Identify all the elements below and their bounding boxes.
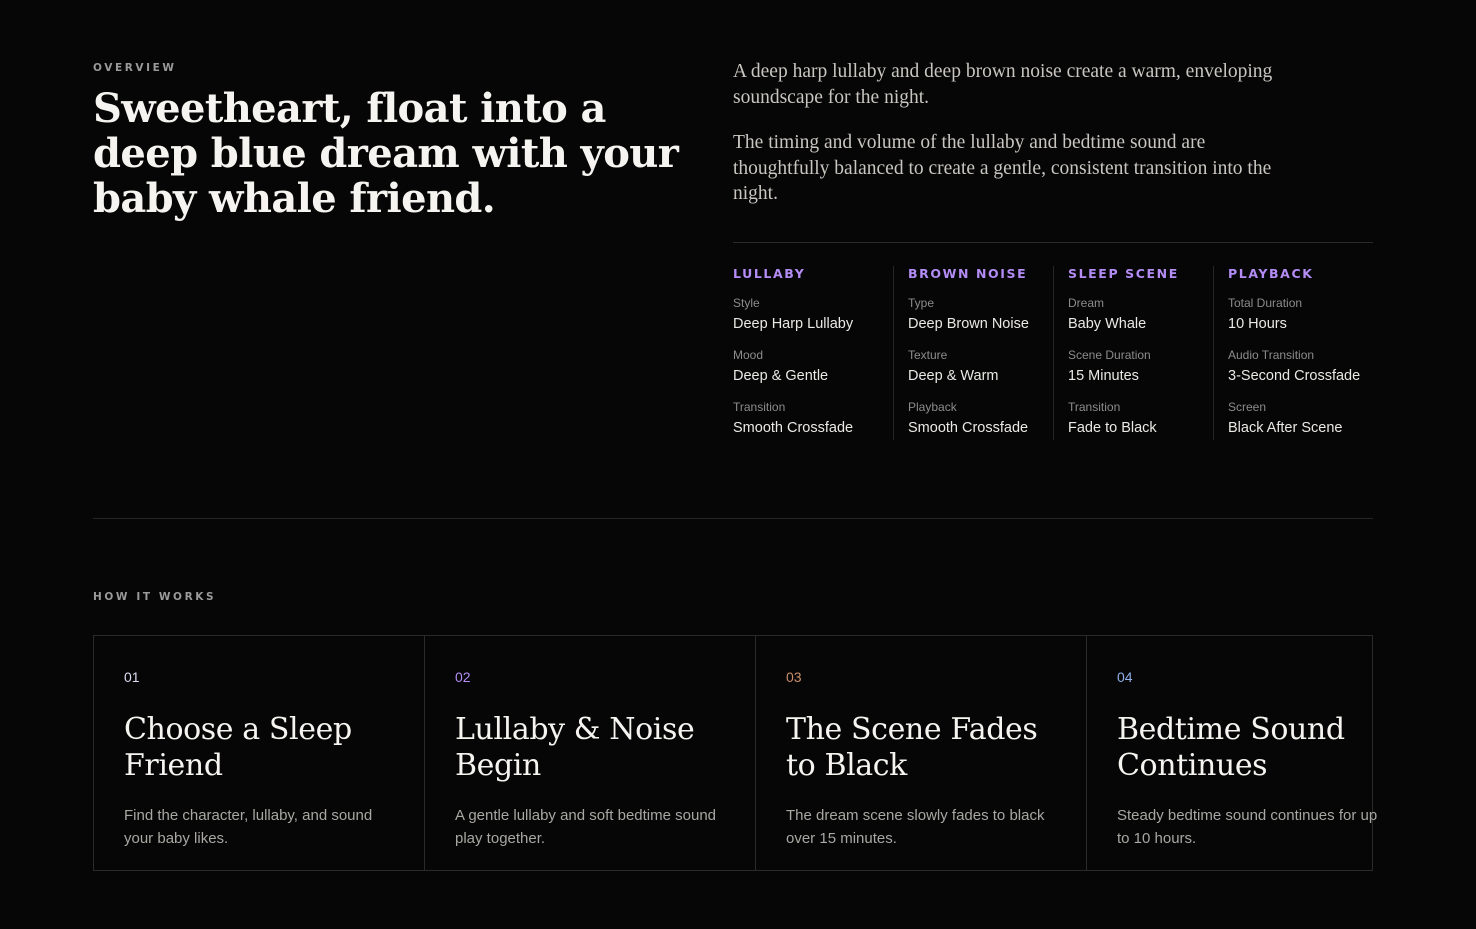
intro-paragraph: The timing and volume of the lullaby and… [733,132,1272,204]
spec-key: Scene Duration [1068,348,1151,362]
spec-key: Dream [1068,296,1105,310]
page: OVERVIEW Sweetheart, float into a deep b… [0,0,1476,929]
spec-item: Audio Transition 3-Second Crossfade [1228,347,1373,387]
step-title: Choose a Sleep Friend [124,712,352,783]
spec-item: Transition Smooth Crossfade [733,399,893,439]
step-description: Find the character, lullaby, and sound y… [124,807,373,847]
step-description: A gentle lullaby and soft bedtime sound … [455,807,717,847]
spec-item: Transition Fade to Black [1068,399,1213,439]
spec-value: Baby Whale [1068,316,1147,332]
step-number: 02 [455,669,471,685]
spec-item: Screen Black After Scene [1228,399,1373,439]
step-card: 03 The Scene Fades to Black The dream sc… [755,636,1086,870]
spec-value: Black After Scene [1228,420,1343,436]
spec-key: Type [908,296,935,310]
spec-item: Type Deep Brown Noise [908,295,1053,335]
spec-heading: LULLABY [733,266,806,281]
step-title: Bedtime Sound Continues [1117,712,1345,783]
steps-grid: 01 Choose a Sleep Friend Find the charac… [93,635,1377,871]
spec-heading: PLAYBACK [1228,266,1314,281]
spec-column-playback: PLAYBACK Total Duration 10 Hours Audio T… [1213,266,1373,440]
step-number: 01 [124,669,140,685]
spec-item: Mood Deep & Gentle [733,347,893,387]
overview-intro: A deep harp lullaby and deep brown noise… [733,59,1293,207]
spec-key: Style [733,296,760,310]
spec-column-lullaby: LULLABY Style Deep Harp Lullaby Mood Dee… [733,266,893,440]
hero-title: Sweetheart, float into a deep blue dream… [93,85,679,222]
spec-item: Texture Deep & Warm [908,347,1053,387]
spec-value: 10 Hours [1228,316,1287,332]
spec-value: Deep & Gentle [733,368,829,384]
spec-key: Mood [733,348,764,362]
spec-item: Playback Smooth Crossfade [908,399,1053,439]
spec-value: 15 Minutes [1068,368,1139,384]
spec-key: Transition [733,400,786,414]
spec-heading: BROWN NOISE [908,266,1028,281]
step-card: 04 Bedtime Sound Continues Steady bedtim… [1086,636,1417,870]
spec-value: Deep & Warm [908,368,999,384]
spec-item: Total Duration 10 Hours [1228,295,1373,335]
spec-key: Total Duration [1228,296,1303,310]
divider [733,242,1373,243]
spec-item: Scene Duration 15 Minutes [1068,347,1213,387]
step-description: The dream scene slowly fades to black ov… [786,807,1045,847]
spec-value: Deep Harp Lullaby [733,316,854,332]
step-title: Lullaby & Noise Begin [455,712,695,783]
intro-paragraph: A deep harp lullaby and deep brown noise… [733,61,1273,108]
spec-key: Transition [1068,400,1121,414]
how-it-works-eyebrow: HOW IT WORKS [93,591,217,603]
step-card: 01 Choose a Sleep Friend Find the charac… [94,636,424,870]
spec-value: Smooth Crossfade [733,420,854,436]
step-title: The Scene Fades to Black [786,712,1038,783]
spec-item: Style Deep Harp Lullaby [733,295,893,335]
spec-key: Texture [908,348,948,362]
overview-eyebrow: OVERVIEW [93,62,177,74]
step-number: 04 [1117,669,1133,685]
spec-key: Audio Transition [1228,348,1315,362]
step-description: Steady bedtime sound continues for up to… [1117,807,1378,847]
spec-value: Smooth Crossfade [908,420,1029,436]
spec-key: Playback [908,400,957,414]
spec-value: Fade to Black [1068,420,1157,436]
spec-key: Screen [1228,400,1267,414]
spec-value: 3-Second Crossfade [1228,368,1361,384]
spec-column-brown-noise: BROWN NOISE Type Deep Brown Noise Textur… [893,266,1053,440]
spec-item: Dream Baby Whale [1068,295,1213,335]
section-divider [93,518,1373,519]
step-card: 02 Lullaby & Noise Begin A gentle lullab… [424,636,755,870]
spec-value: Deep Brown Noise [908,316,1029,332]
spec-column-sleep-scene: SLEEP SCENE Dream Baby Whale Scene Durat… [1053,266,1213,440]
spec-heading: SLEEP SCENE [1068,266,1179,281]
step-number: 03 [786,669,802,685]
